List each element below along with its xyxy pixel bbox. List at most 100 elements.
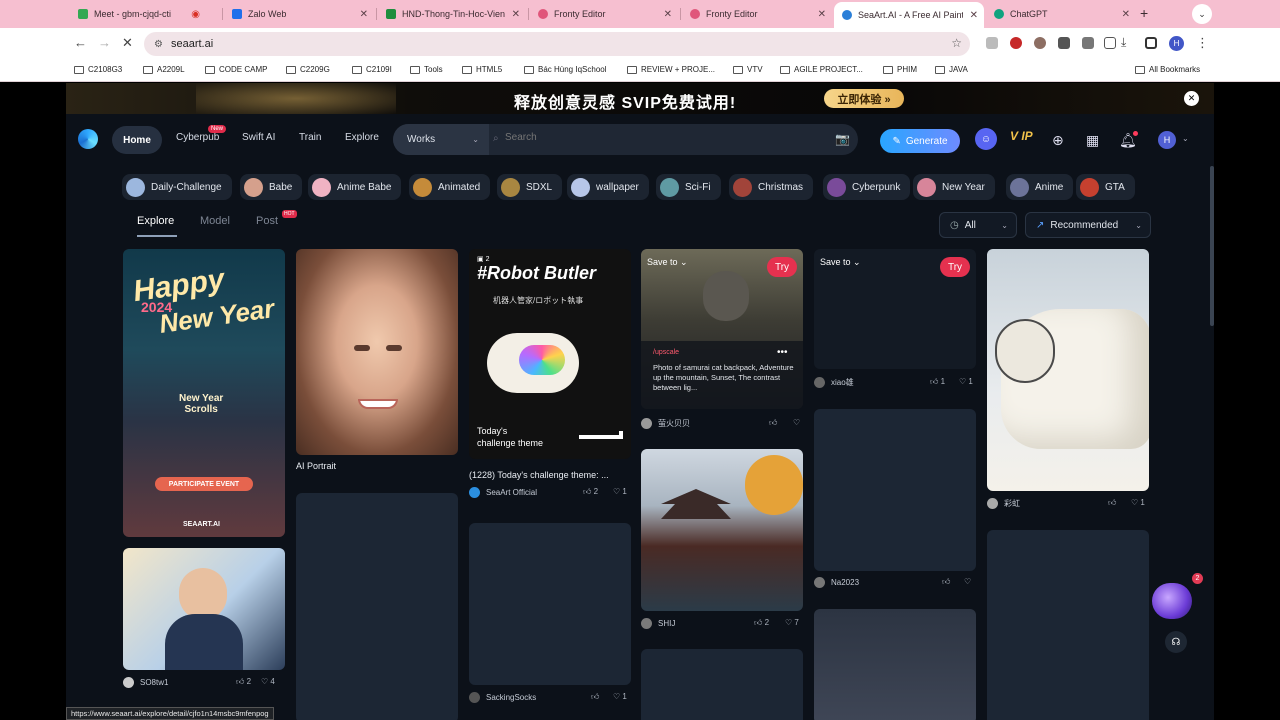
chip-sci-fi[interactable]: Sci-Fi xyxy=(656,174,721,200)
vip-icon[interactable]: V IP xyxy=(1010,129,1033,143)
nav-explore[interactable]: Explore xyxy=(345,132,379,143)
favorite-icon[interactable]: ♡ xyxy=(793,418,800,427)
card-loading-placeholder[interactable] xyxy=(987,530,1149,720)
bookmark-folder[interactable]: VTV xyxy=(733,65,763,74)
like-icon[interactable]: 👍︎ xyxy=(769,418,777,428)
apps-grid-icon[interactable]: ▦ xyxy=(1086,132,1099,149)
assistant-orb[interactable] xyxy=(1152,583,1192,619)
card-loading[interactable]: Save to ⌄ Try xyxy=(814,249,976,369)
chip-new-year[interactable]: New Year xyxy=(913,174,995,200)
card-artwork-loading[interactable] xyxy=(814,609,976,720)
avatar-ext-icon[interactable] xyxy=(1034,37,1046,49)
close-tab-icon[interactable]: ✕ xyxy=(818,9,826,20)
card-author[interactable]: SO8tw1 xyxy=(123,677,168,688)
favorite-count[interactable]: ♡ 1 xyxy=(613,692,627,701)
chip-cyberpunk[interactable]: Cyberpunk xyxy=(823,174,911,200)
card-author[interactable]: xiao雄 xyxy=(814,377,854,388)
headset-icon[interactable]: ☊ xyxy=(1165,631,1187,653)
tab-meet[interactable]: Meet - gbm-cjqd-cti ◉ xyxy=(70,3,220,25)
bookmark-star-icon[interactable]: ☆ xyxy=(951,36,962,50)
bookmark-folder[interactable]: A2209L xyxy=(143,65,185,74)
bookmark-folder[interactable]: C2108G3 xyxy=(74,65,122,74)
tab-sheets[interactable]: HND-Thong-Tin-Hoc-Vien ✕ xyxy=(378,3,526,25)
new-tab-button[interactable]: + xyxy=(1140,5,1148,21)
chip-anime-babe[interactable]: Anime Babe xyxy=(308,174,402,200)
chip-animated[interactable]: Animated xyxy=(409,174,491,200)
bookmark-folder[interactable]: JAVA xyxy=(935,65,968,74)
chip-daily-challenge[interactable]: Daily-Challenge xyxy=(122,174,232,200)
card-author[interactable]: SeaArt Official xyxy=(469,487,537,498)
like-count[interactable]: 👍︎ 1 xyxy=(930,377,945,387)
bookmark-folder[interactable]: PHIM xyxy=(883,65,917,74)
nav-cyberpub[interactable]: Cyberpub xyxy=(176,132,219,143)
card-robot-butler[interactable]: ▣ 2 #Robot Butler 机器人管家/ロボット執事 Today's c… xyxy=(469,249,631,459)
favorite-count[interactable]: ♡ 4 xyxy=(261,677,275,686)
time-filter-select[interactable]: ◷ All ⌄ xyxy=(939,212,1017,238)
kebab-menu-icon[interactable]: ⋮ xyxy=(1196,35,1209,51)
card-new-year-event[interactable]: Happy 2024 New Year New Year Scrolls PAR… xyxy=(123,249,285,537)
card-loading-placeholder[interactable] xyxy=(296,493,458,720)
close-icon[interactable]: ✕ xyxy=(1184,91,1199,106)
tab-model[interactable]: Model xyxy=(200,215,230,227)
user-avatar[interactable]: H xyxy=(1158,131,1176,149)
profile-avatar[interactable]: H xyxy=(1169,36,1184,51)
tab-post[interactable]: Post xyxy=(256,215,278,227)
opera-ext-icon[interactable] xyxy=(1010,37,1022,49)
card-pagoda[interactable] xyxy=(641,449,803,611)
close-tab-icon[interactable]: ✕ xyxy=(360,9,368,20)
try-button[interactable]: Try xyxy=(940,257,970,277)
download-icon[interactable]: ⤓ xyxy=(1121,35,1126,50)
chevron-down-icon[interactable]: ⌄ xyxy=(1182,134,1189,143)
participate-event-button[interactable]: PARTICIPATE EVENT xyxy=(155,477,253,491)
favorite-count[interactable]: ♡ 1 xyxy=(959,377,973,386)
card-author[interactable]: 彩虹 xyxy=(987,498,1020,509)
card-loading-placeholder[interactable] xyxy=(641,649,803,720)
tab-zalo[interactable]: Zalo Web ✕ xyxy=(224,3,374,25)
tab-explore[interactable]: Explore xyxy=(137,215,174,227)
like-icon[interactable]: 👍︎ xyxy=(591,692,599,702)
card-loading-placeholder[interactable] xyxy=(469,523,631,685)
camera-ext-icon[interactable] xyxy=(986,37,998,49)
save-to-dropdown[interactable]: Save to ⌄ xyxy=(820,257,861,268)
all-bookmarks[interactable]: All Bookmarks xyxy=(1135,65,1200,74)
chip-sdxl[interactable]: SDXL xyxy=(497,174,563,200)
close-tab-icon[interactable]: ✕ xyxy=(970,10,978,21)
bookmark-folder[interactable]: C2109I xyxy=(352,65,392,74)
nav-home[interactable]: Home xyxy=(112,126,162,154)
address-bar[interactable]: ⚙ ☆ xyxy=(144,32,970,56)
like-icon[interactable]: 👍︎ xyxy=(942,577,950,587)
save-to-dropdown[interactable]: Save to ⌄ xyxy=(647,257,688,268)
favorite-icon[interactable]: ♡ xyxy=(964,577,971,586)
card-artwork[interactable] xyxy=(123,548,285,670)
chip-christmas[interactable]: Christmas xyxy=(729,174,814,200)
bookmark-folder[interactable]: AGILE PROJECT... xyxy=(780,65,863,74)
camera-icon[interactable]: 📷 xyxy=(835,132,850,146)
search-scope-select[interactable]: Works ⌄ xyxy=(393,124,489,155)
chip-wallpaper[interactable]: wallpaper xyxy=(567,174,649,200)
tab-seaart[interactable]: SeaArt.AI - A Free AI Paint ✕ xyxy=(834,2,984,28)
nav-swift-ai[interactable]: Swift AI xyxy=(242,132,275,143)
url-input[interactable] xyxy=(170,38,871,50)
discord-icon[interactable]: ☺ xyxy=(975,128,997,150)
like-count[interactable]: 👍︎ 2 xyxy=(754,618,769,628)
try-button[interactable]: Try xyxy=(767,257,797,277)
chip-anime[interactable]: Anime xyxy=(1006,174,1074,200)
bookmark-folder[interactable]: C2209G xyxy=(286,65,330,74)
chip-gta[interactable]: GTA xyxy=(1076,174,1135,200)
generate-button[interactable]: ✎ Generate xyxy=(880,129,960,153)
tab-search-button[interactable]: ⌄ xyxy=(1192,4,1212,24)
stop-loading-icon[interactable]: ✕ xyxy=(122,35,133,51)
promo-banner[interactable]: 释放创意灵感 SVIP免费试用! 立即体验 » ✕ xyxy=(66,83,1214,114)
like-count[interactable]: 👍︎ 2 xyxy=(583,487,598,497)
card-author[interactable]: Na2023 xyxy=(814,577,859,588)
bookmark-folder[interactable]: REVIEW + PROJE... xyxy=(627,65,715,74)
card-samurai-cat[interactable]: Save to ⌄ Try /upscale ••• Photo of samu… xyxy=(641,249,803,409)
add-icon[interactable]: ⊕ xyxy=(1052,132,1064,149)
more-options-icon[interactable]: ••• xyxy=(777,347,788,358)
tab-chatgpt[interactable]: ChatGPT ✕ xyxy=(986,3,1136,25)
seaart-logo[interactable] xyxy=(78,129,98,149)
nav-train[interactable]: Train xyxy=(299,132,321,143)
card-author[interactable]: SHIJ xyxy=(641,618,675,629)
bookmark-folder[interactable]: CODE CAMP xyxy=(205,65,267,74)
sort-select[interactable]: ↗ Recommended ⌄ xyxy=(1025,212,1151,238)
